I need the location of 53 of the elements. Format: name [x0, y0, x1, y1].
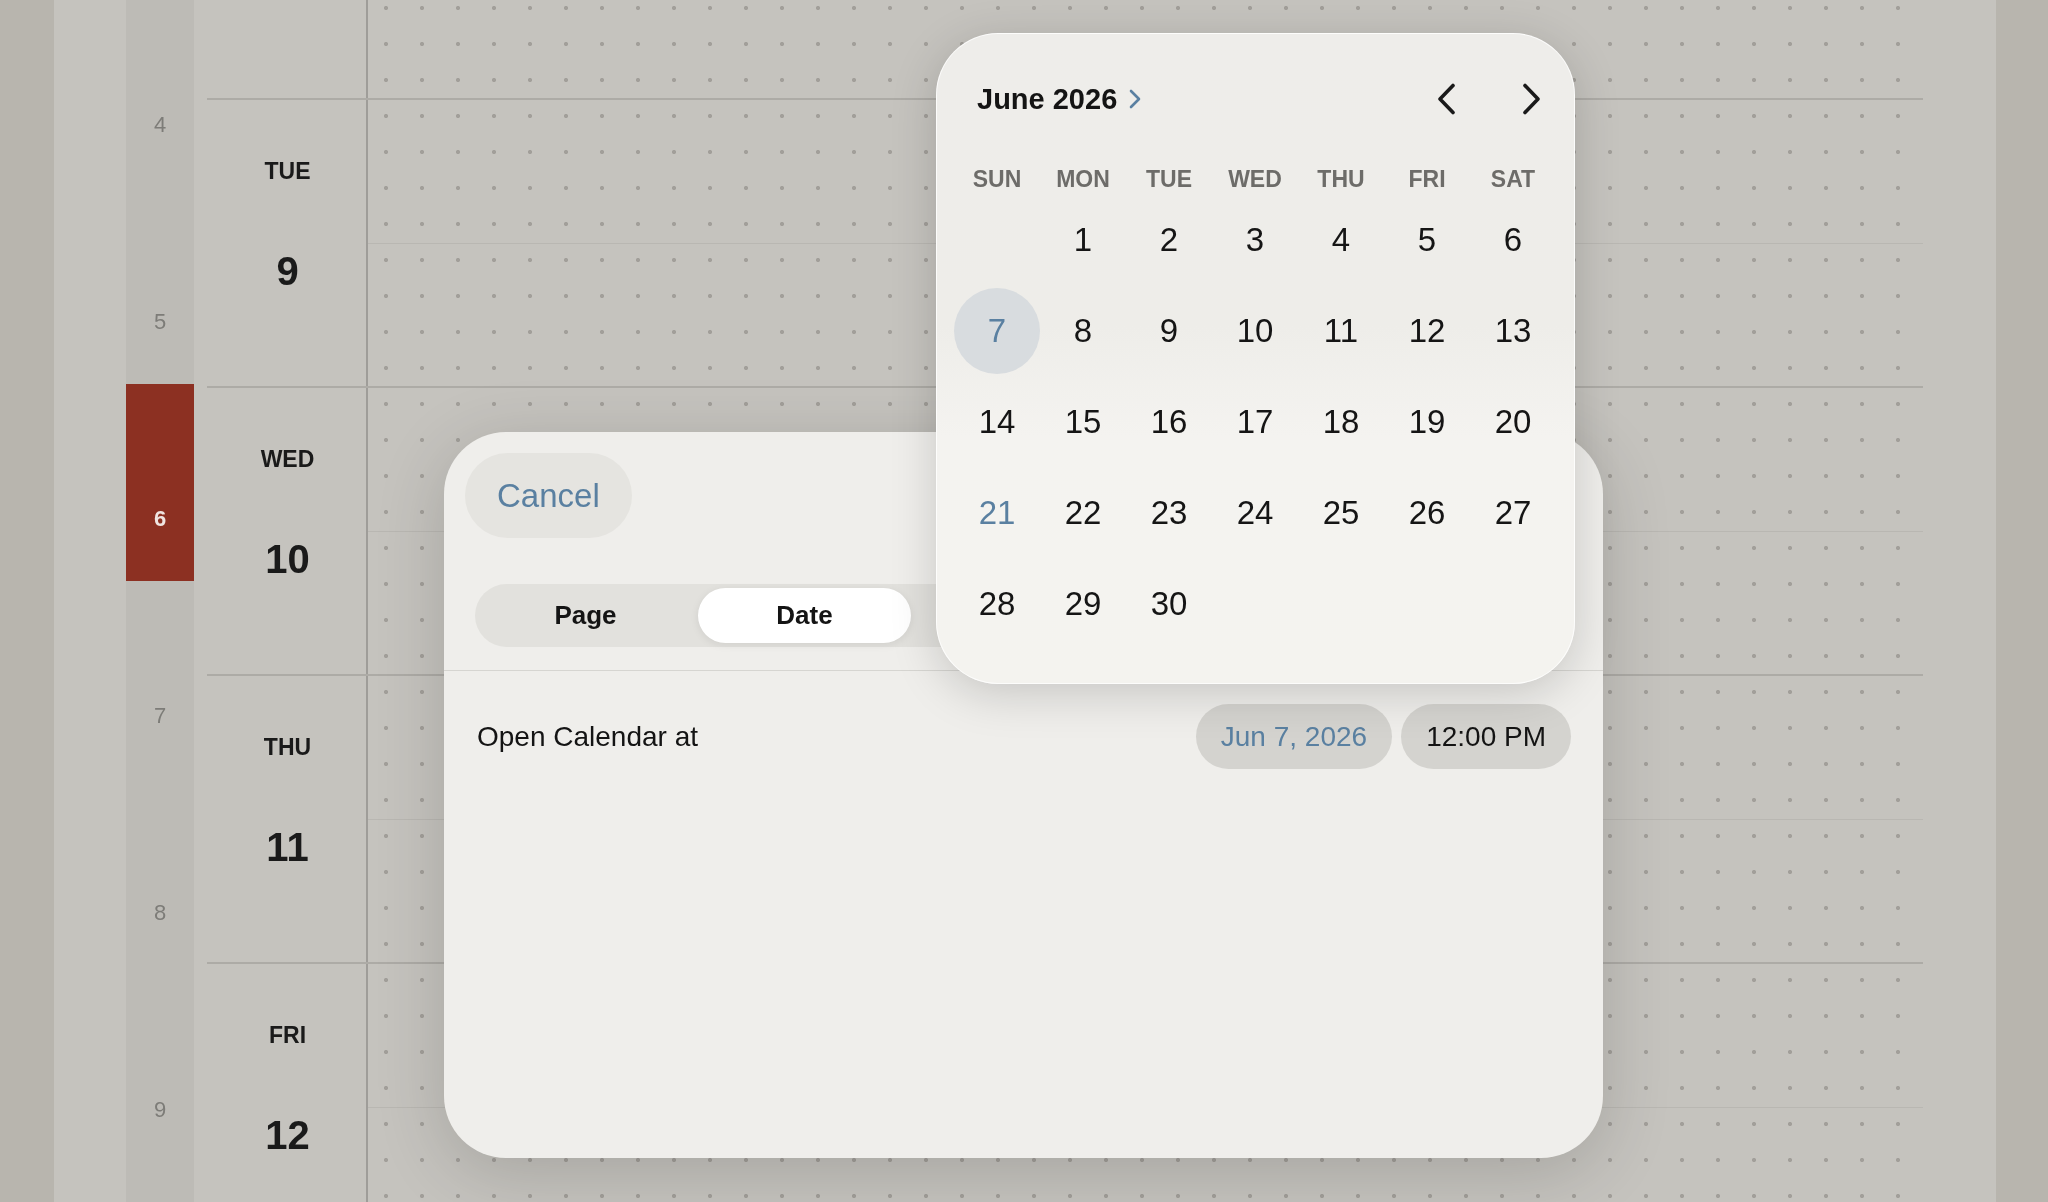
calendar-day[interactable]: 21 — [978, 493, 1016, 532]
calendar-day[interactable]: 26 — [1408, 493, 1446, 532]
day-number: 9 — [276, 248, 299, 294]
calendar-day[interactable]: 15 — [1064, 402, 1102, 441]
setting-label: Open Calendar at — [477, 720, 699, 753]
calendar-day[interactable]: 5 — [1417, 220, 1437, 259]
weekday-label: MON — [1056, 165, 1110, 193]
calendar-day[interactable]: 19 — [1408, 402, 1446, 441]
calendar-day[interactable]: 17 — [1236, 402, 1274, 441]
calendar-day[interactable]: 23 — [1150, 493, 1188, 532]
chevron-right-icon — [1129, 89, 1142, 109]
calendar-day[interactable]: 28 — [978, 584, 1016, 623]
day-number: 12 — [265, 1112, 310, 1158]
calendar-day[interactable]: 16 — [1150, 402, 1188, 441]
weekday-label: THU — [1317, 165, 1365, 193]
weekday-label: FRI — [1408, 165, 1446, 193]
calendar-day[interactable]: 3 — [1245, 220, 1265, 259]
day-number: 10 — [265, 536, 310, 582]
segment-tab[interactable]: Date — [698, 588, 911, 643]
weekday-label: TUE — [1146, 165, 1192, 193]
weekday-label: WED — [1228, 165, 1282, 193]
day-number: 11 — [266, 824, 309, 870]
calendar-day[interactable]: 18 — [1322, 402, 1360, 441]
calendar-day[interactable]: 24 — [1236, 493, 1274, 532]
calendar-day[interactable]: 13 — [1494, 311, 1532, 350]
weekday-label: SAT — [1490, 165, 1536, 193]
time-field[interactable]: 12:00 PM — [1401, 704, 1571, 769]
segment-tab[interactable]: Page — [479, 588, 692, 643]
calendar-day[interactable]: 1 — [1073, 220, 1093, 259]
calendar-day[interactable]: 20 — [1494, 402, 1532, 441]
calendar-day[interactable]: 30 — [1150, 584, 1188, 623]
calendar-day[interactable]: 14 — [978, 402, 1016, 441]
index-number[interactable]: 6 — [153, 506, 167, 531]
chevron-left-icon[interactable] — [1437, 83, 1456, 115]
calendar-day[interactable]: 22 — [1064, 493, 1102, 532]
calendar-day[interactable]: 11 — [1323, 311, 1359, 350]
calendar-day[interactable]: 12 — [1408, 311, 1446, 350]
day-name: THU — [263, 733, 312, 761]
calendar-day[interactable]: 9 — [1159, 311, 1179, 350]
calendar-day[interactable]: 29 — [1064, 584, 1102, 623]
weekday-label: SUN — [972, 165, 1022, 193]
calendar-day[interactable]: 6 — [1503, 220, 1523, 259]
day-name: FRI — [268, 1021, 307, 1049]
calendar-day[interactable]: 27 — [1494, 493, 1532, 532]
month-year-button[interactable]: June 2026 — [977, 82, 1142, 116]
day-name: TUE — [264, 157, 311, 185]
calendar-day[interactable]: 25 — [1322, 493, 1360, 532]
calendar-day[interactable]: 10 — [1236, 311, 1274, 350]
day-name: WED — [260, 445, 315, 473]
calendar-day[interactable]: 4 — [1331, 220, 1351, 259]
chevron-right-icon[interactable] — [1522, 83, 1541, 115]
calendar-day[interactable]: 2 — [1159, 220, 1179, 259]
calendar-day[interactable]: 8 — [1073, 311, 1093, 350]
